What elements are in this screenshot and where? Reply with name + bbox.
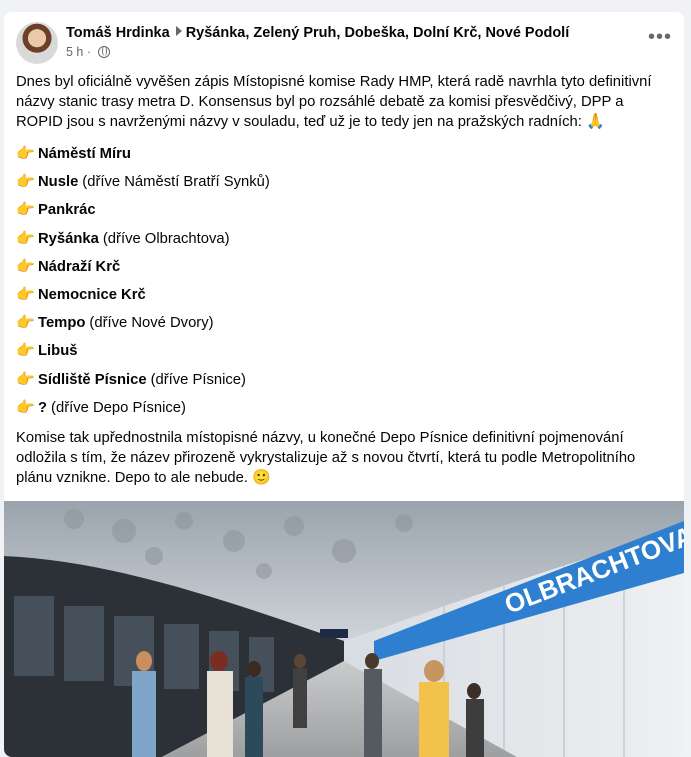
station-list-item: 👉 Nemocnice Krč — [16, 281, 666, 309]
post-outro: Komise tak upřednostnila místopisné názv… — [16, 428, 666, 488]
station-note: (dříve Depo Písnice) — [51, 399, 186, 416]
station-list-item: 👉 Sídliště Písnice (dříve Písnice) — [16, 366, 666, 394]
station-name: Nádraží Krč — [38, 258, 121, 275]
post-header: Tomáš Hrdinka Ryšánka, Zelený Pruh, Dobeš… — [16, 22, 672, 66]
station-list: 👉 Náměstí Míru 👉 Nusle (dříve Náměstí Bratří… — [16, 140, 666, 422]
station-list-item: 👉 Nusle (dříve Náměstí Bratří Synků) — [16, 168, 666, 196]
station-name: Nemocnice Krč — [38, 287, 146, 304]
pointing-hand-icon: 👉 — [16, 145, 35, 163]
arrow-right-icon — [175, 26, 182, 36]
pointing-hand-icon: 👉 — [16, 229, 35, 247]
station-note: (dříve Olbrachtova) — [102, 230, 230, 247]
station-note: (dříve Písnice) — [150, 371, 246, 388]
outro-text: Komise tak upřednostnila místopisné názv… — [16, 429, 636, 486]
station-list-item: 👉 Pankrác — [16, 196, 666, 224]
station-name: Libuš — [38, 343, 78, 360]
post-card: Tomáš Hrdinka Ryšánka, Zelený Pruh, Dobeš… — [4, 12, 684, 757]
station-name: ? — [38, 399, 48, 416]
post-body: Dnes byl oficiálně vyvěšen zápis Místopi… — [16, 72, 666, 488]
station-name: Nusle — [38, 174, 79, 191]
station-list-item: 👉 Náměstí Míru — [16, 140, 666, 168]
station-list-item: 👉? (dříve Depo Písnice) — [16, 394, 666, 422]
pointing-hand-icon: 👉 — [16, 342, 35, 360]
praying-hands-icon: 🙏 — [586, 113, 605, 130]
station-name: Sídliště Písnice — [38, 371, 147, 388]
pointing-hand-icon: 👉 — [16, 398, 35, 416]
pointing-hand-icon: 👉 — [16, 370, 35, 388]
station-name: Ryšánka — [38, 230, 99, 247]
metro-station-illustration: OLBRACHTOVA — [4, 501, 684, 757]
pointing-hand-icon: 👉 — [16, 314, 35, 332]
more-options-button[interactable]: ••• — [648, 27, 672, 47]
author-avatar[interactable] — [16, 22, 58, 64]
post-time[interactable]: 5 h — [66, 45, 83, 59]
station-name: Pankrác — [38, 202, 96, 219]
station-list-item: 👉 Ryšánka (dříve Olbrachtova) — [16, 225, 666, 253]
info-display — [320, 629, 348, 638]
smile-icon: 🙂 — [252, 468, 271, 486]
author-line: Tomáš Hrdinka Ryšánka, Zelený Pruh, Dobeš… — [66, 25, 569, 41]
post-intro: Dnes byl oficiálně vyvěšen zápis Místopi… — [16, 72, 666, 132]
author-name[interactable]: Tomáš Hrdinka — [66, 25, 170, 41]
station-note: (dříve Náměstí Bratří Synků) — [82, 174, 270, 191]
intro-text: Dnes byl oficiálně vyvěšen zápis Místopi… — [16, 74, 652, 130]
station-name: Náměstí Míru — [38, 146, 131, 163]
post-photo[interactable]: OLBRACHTOVA — [4, 501, 684, 757]
pointing-hand-icon: 👉 — [16, 173, 35, 191]
station-note: (dříve Nové Dvory) — [89, 315, 214, 332]
station-list-item: 👉 Libuš — [16, 337, 666, 365]
station-list-item: 👉 Tempo (dříve Nové Dvory) — [16, 309, 666, 337]
meta-separator: · — [86, 45, 92, 59]
pointing-hand-icon: 👉 — [16, 257, 35, 275]
pointing-hand-icon: 👉 — [16, 286, 35, 304]
pointing-hand-icon: 👉 — [16, 201, 35, 219]
globe-icon — [97, 46, 110, 58]
location-link[interactable]: Ryšánka, Zelený Pruh, Dobeška, Dolní Krč… — [186, 25, 570, 41]
station-list-item: 👉 Nádraží Krč — [16, 253, 666, 281]
station-name: Tempo — [38, 315, 86, 332]
post-meta: 5 h · — [66, 45, 110, 59]
